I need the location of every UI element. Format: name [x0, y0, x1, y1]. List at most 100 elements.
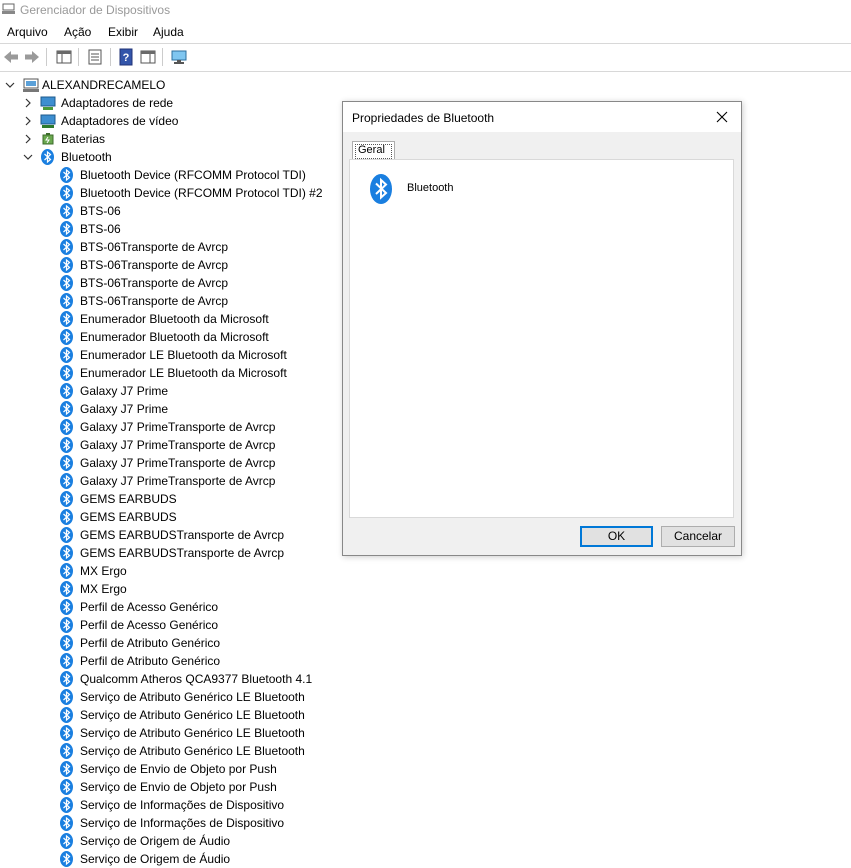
device-manager-app-icon	[2, 3, 15, 14]
cancel-button[interactable]: Cancelar	[661, 526, 735, 547]
bluetooth-device-item[interactable]: BTS-06Transporte de Avrcp	[0, 292, 330, 310]
bluetooth-device-item[interactable]: Galaxy J7 PrimeTransporte de Avrcp	[0, 454, 330, 472]
bluetooth-device-label: GEMS EARBUDS	[80, 492, 177, 506]
bluetooth-device-item[interactable]: Enumerador LE Bluetooth da Microsoft	[0, 346, 330, 364]
bluetooth-device-item[interactable]: Serviço de Atributo Genérico LE Bluetoot…	[0, 706, 330, 724]
bluetooth-device-item[interactable]: Perfil de Acesso Genérico	[0, 598, 330, 616]
bluetooth-device-item[interactable]: Perfil de Atributo Genérico	[0, 634, 330, 652]
computer-icon	[23, 78, 39, 92]
bluetooth-device-label: Serviço de Origem de Áudio	[80, 834, 231, 848]
bluetooth-icon	[60, 545, 73, 561]
bluetooth-device-item[interactable]: Enumerador Bluetooth da Microsoft	[0, 328, 330, 346]
bluetooth-device-item[interactable]: Serviço de Origem de Áudio	[0, 850, 330, 868]
bluetooth-device-item[interactable]: Serviço de Envio de Objeto por Push	[0, 760, 330, 778]
tab-geral[interactable]: Geral	[352, 141, 395, 160]
bluetooth-icon	[60, 257, 73, 273]
bluetooth-device-item[interactable]: Galaxy J7 PrimeTransporte de Avrcp	[0, 418, 330, 436]
forward-arrow-icon[interactable]	[23, 48, 41, 66]
tree-category-network[interactable]: Adaptadores de rede	[0, 94, 330, 112]
bluetooth-device-item[interactable]: Perfil de Atributo Genérico	[0, 652, 330, 670]
menu-acao[interactable]: Ação	[64, 25, 91, 39]
bluetooth-device-label: Serviço de Atributo Genérico LE Bluetoot…	[80, 744, 305, 758]
bluetooth-icon	[60, 437, 73, 453]
dialog-close-button[interactable]	[705, 102, 739, 132]
show-hide-console-tree-icon[interactable]	[55, 48, 73, 66]
bluetooth-device-item[interactable]: Serviço de Envio de Objeto por Push	[0, 778, 330, 796]
help-icon[interactable]: ?	[117, 48, 135, 66]
bluetooth-device-item[interactable]: BTS-06Transporte de Avrcp	[0, 238, 330, 256]
bluetooth-device-item[interactable]: GEMS EARBUDS	[0, 508, 330, 526]
bluetooth-icon	[60, 779, 73, 795]
bluetooth-device-item[interactable]: Qualcomm Atheros QCA9377 Bluetooth 4.1	[0, 670, 330, 688]
bluetooth-device-item[interactable]: Galaxy J7 Prime	[0, 382, 330, 400]
bluetooth-icon	[60, 725, 73, 741]
bluetooth-device-item[interactable]: GEMS EARBUDSTransporte de Avrcp	[0, 526, 330, 544]
bluetooth-device-label: Qualcomm Atheros QCA9377 Bluetooth 4.1	[80, 672, 313, 686]
tree-root-label: ALEXANDRECAMELO	[42, 78, 166, 92]
bluetooth-device-item[interactable]: Serviço de Informações de Dispositivo	[0, 814, 330, 832]
toolbar-separator	[162, 48, 163, 66]
bluetooth-icon	[41, 149, 54, 165]
bluetooth-device-label: BTS-06	[80, 222, 121, 236]
bluetooth-device-item[interactable]: Galaxy J7 PrimeTransporte de Avrcp	[0, 472, 330, 490]
bluetooth-device-item[interactable]: Perfil de Acesso Genérico	[0, 616, 330, 634]
bluetooth-icon	[60, 689, 73, 705]
bluetooth-device-item[interactable]: MX Ergo	[0, 580, 330, 598]
tree-category-label: Adaptadores de rede	[61, 96, 174, 110]
menu-exibir[interactable]: Exibir	[108, 25, 138, 39]
bluetooth-device-item[interactable]: MX Ergo	[0, 562, 330, 580]
bluetooth-device-item[interactable]: BTS-06Transporte de Avrcp	[0, 274, 330, 292]
bluetooth-device-item[interactable]: Enumerador LE Bluetooth da Microsoft	[0, 364, 330, 382]
chevron-right-icon[interactable]	[22, 130, 34, 148]
properties-icon[interactable]	[86, 48, 104, 66]
bluetooth-device-item[interactable]: Serviço de Informações de Dispositivo	[0, 796, 330, 814]
bluetooth-device-item[interactable]: Bluetooth Device (RFCOMM Protocol TDI) #…	[0, 184, 330, 202]
bluetooth-device-label: Enumerador Bluetooth da Microsoft	[80, 330, 269, 344]
bluetooth-device-item[interactable]: Enumerador Bluetooth da Microsoft	[0, 310, 330, 328]
chevron-right-icon[interactable]	[22, 94, 34, 112]
chevron-down-icon[interactable]	[4, 76, 16, 94]
bluetooth-device-item[interactable]: Bluetooth Device (RFCOMM Protocol TDI)	[0, 166, 330, 184]
bluetooth-device-item[interactable]: Serviço de Atributo Genérico LE Bluetoot…	[0, 688, 330, 706]
bluetooth-icon	[60, 473, 73, 489]
bluetooth-device-item[interactable]: Serviço de Atributo Genérico LE Bluetoot…	[0, 742, 330, 760]
bluetooth-device-item[interactable]: GEMS EARBUDSTransporte de Avrcp	[0, 544, 330, 562]
tree-category-battery[interactable]: Baterias	[0, 130, 330, 148]
tab-label: Geral	[358, 144, 385, 156]
general-panel: Bluetooth	[349, 159, 734, 518]
bluetooth-device-item[interactable]: Serviço de Origem de Áudio	[0, 832, 330, 850]
tree-category-video[interactable]: Adaptadores de vídeo	[0, 112, 330, 130]
bluetooth-icon	[60, 401, 73, 417]
ok-button[interactable]: OK	[580, 526, 653, 547]
dialog-title: Propriedades de Bluetooth	[352, 111, 495, 125]
bluetooth-device-item[interactable]: Galaxy J7 Prime	[0, 400, 330, 418]
bluetooth-device-label: BTS-06Transporte de Avrcp	[80, 276, 229, 290]
bluetooth-icon	[60, 563, 73, 579]
bluetooth-device-item[interactable]: BTS-06Transporte de Avrcp	[0, 256, 330, 274]
monitor-icon[interactable]	[170, 48, 188, 66]
tree-category-bluetooth[interactable]: Bluetooth	[0, 148, 330, 166]
chevron-down-icon[interactable]	[22, 148, 34, 166]
display-adapter-icon	[40, 114, 56, 128]
bluetooth-device-label: Perfil de Acesso Genérico	[80, 600, 219, 614]
chevron-right-icon[interactable]	[22, 112, 34, 130]
bluetooth-device-item[interactable]: BTS-06	[0, 220, 330, 238]
bluetooth-icon	[60, 743, 73, 759]
bluetooth-icon	[60, 275, 73, 291]
bluetooth-device-item[interactable]: GEMS EARBUDS	[0, 490, 330, 508]
tree-category-label: Baterias	[61, 132, 106, 146]
bluetooth-device-item[interactable]: Galaxy J7 PrimeTransporte de Avrcp	[0, 436, 330, 454]
bluetooth-icon	[60, 365, 73, 381]
bluetooth-icon	[60, 239, 73, 255]
action-pane-icon[interactable]	[139, 48, 157, 66]
bluetooth-device-item[interactable]: Serviço de Atributo Genérico LE Bluetoot…	[0, 724, 330, 742]
bluetooth-device-label: Galaxy J7 PrimeTransporte de Avrcp	[80, 438, 276, 452]
back-arrow-icon[interactable]	[2, 48, 20, 66]
tree-root[interactable]: ALEXANDRECAMELO	[0, 76, 330, 94]
menu-arquivo[interactable]: Arquivo	[7, 25, 48, 39]
bluetooth-icon	[60, 383, 73, 399]
bluetooth-device-item[interactable]: BTS-06	[0, 202, 330, 220]
bluetooth-icon	[60, 509, 73, 525]
bluetooth-device-label: BTS-06Transporte de Avrcp	[80, 258, 229, 272]
menu-ajuda[interactable]: Ajuda	[153, 25, 184, 39]
